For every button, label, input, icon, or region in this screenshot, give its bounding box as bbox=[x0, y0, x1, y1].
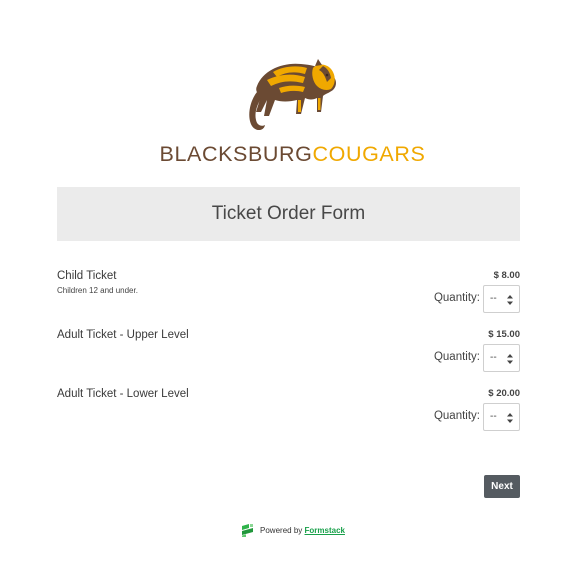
quantity-value: -- bbox=[490, 411, 497, 422]
ticket-price: $ 8.00 bbox=[493, 270, 520, 281]
quantity-label: Quantity: bbox=[433, 292, 480, 304]
next-button[interactable]: Next bbox=[484, 475, 520, 498]
ticket-name: Adult Ticket - Lower Level bbox=[57, 388, 189, 400]
brand-name-part1: BLACKSBURG bbox=[159, 142, 313, 166]
formstack-icon bbox=[242, 524, 254, 537]
ticket-description: Children 12 and under. bbox=[57, 286, 138, 295]
cougar-icon bbox=[249, 59, 336, 131]
quantity-select-upper[interactable]: -- bbox=[483, 344, 520, 372]
select-arrows-icon bbox=[507, 354, 513, 364]
select-arrows-icon bbox=[507, 413, 513, 423]
ticket-price: $ 20.00 bbox=[488, 388, 520, 399]
quantity-select-child[interactable]: -- bbox=[483, 285, 520, 313]
select-arrows-icon bbox=[507, 295, 513, 305]
formstack-link[interactable]: Formstack bbox=[305, 526, 345, 535]
brand-logo: BLACKSBURGCOUGARS bbox=[0, 52, 585, 167]
brand-wordmark: BLACKSBURGCOUGARS bbox=[0, 141, 585, 167]
powered-by-footer: Powered by Formstack bbox=[0, 523, 585, 538]
quantity-value: -- bbox=[490, 293, 497, 304]
ticket-price: $ 15.00 bbox=[488, 329, 520, 340]
form-header: Ticket Order Form bbox=[57, 187, 520, 241]
ticket-item-upper: Adult Ticket - Upper Level $ 15.00 Quant… bbox=[57, 329, 520, 375]
ticket-name: Child Ticket bbox=[57, 270, 117, 282]
ticket-item-lower: Adult Ticket - Lower Level $ 20.00 Quant… bbox=[57, 388, 520, 434]
ticket-name: Adult Ticket - Upper Level bbox=[57, 329, 189, 341]
form-title: Ticket Order Form bbox=[211, 203, 366, 224]
powered-by-text: Powered by bbox=[260, 526, 303, 535]
ticket-item-child: Child Ticket Children 12 and under. $ 8.… bbox=[57, 270, 520, 316]
quantity-select-lower[interactable]: -- bbox=[483, 403, 520, 431]
quantity-label: Quantity: bbox=[433, 410, 480, 422]
quantity-label: Quantity: bbox=[433, 351, 480, 363]
quantity-value: -- bbox=[490, 352, 497, 363]
brand-name-part2: COUGARS bbox=[312, 142, 426, 166]
